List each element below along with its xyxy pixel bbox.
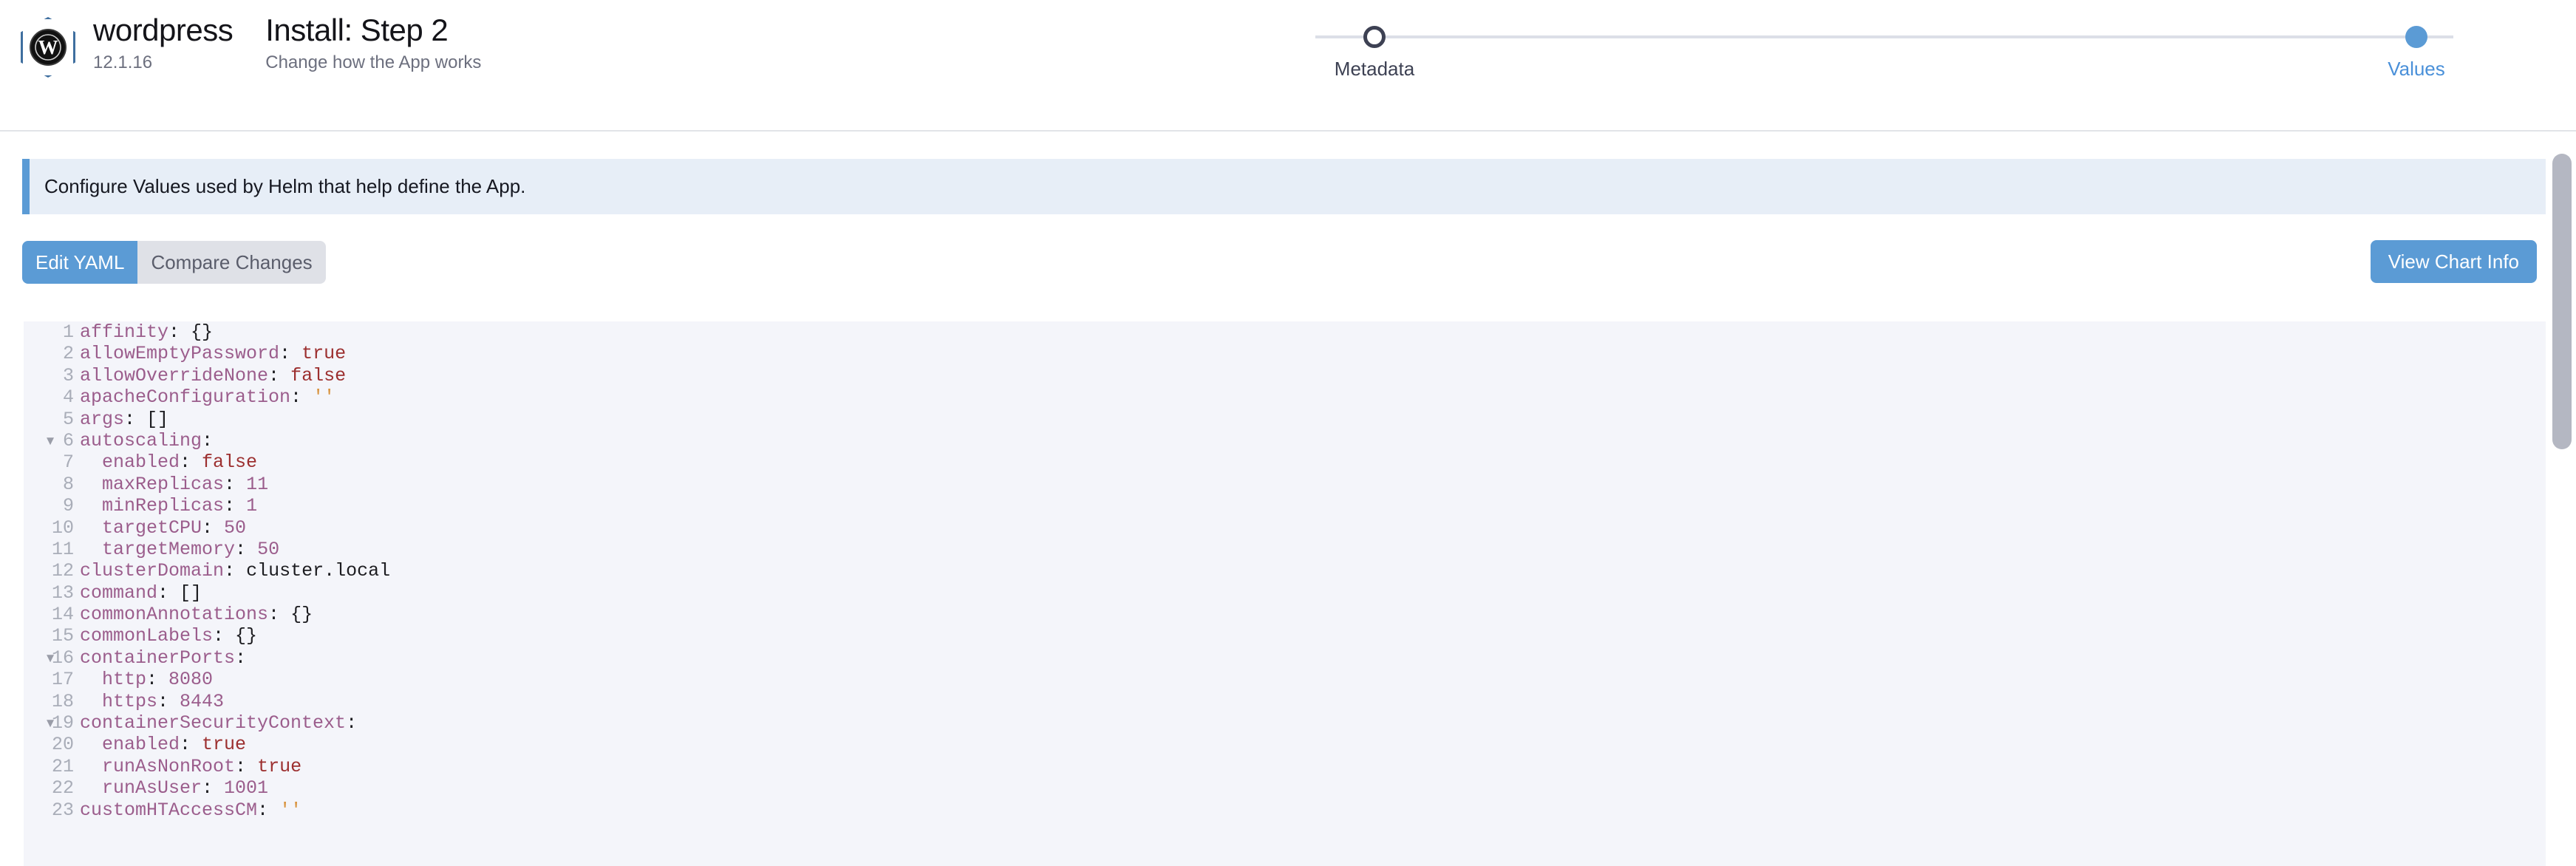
page-title: Install: Step 2 (265, 13, 449, 47)
stepper-step-values[interactable]: Values (2328, 7, 2505, 79)
vertical-scrollbar-thumb[interactable] (2552, 154, 2572, 449)
code-text: allowEmptyPassword: true (80, 343, 347, 365)
code-text: containerSecurityContext: (80, 712, 358, 734)
brand-block: W wordpress 12.1.16 Install: Step 2 Chan… (21, 13, 481, 78)
line-number: 10 (51, 516, 74, 539)
line-number: 13 (51, 582, 74, 604)
app-name: wordpress (93, 13, 234, 47)
code-text: apacheConfiguration: '' (80, 386, 335, 409)
line-number: 9 (62, 495, 74, 517)
code-text: enabled: false (80, 451, 258, 474)
code-line[interactable]: 5 args: [] (24, 409, 2546, 430)
code-text: minReplicas: 1 (80, 495, 258, 517)
code-line[interactable]: 22 runAsUser: 1001 (24, 777, 2546, 799)
code-line[interactable]: 17 http: 8080 (24, 669, 2546, 690)
code-line[interactable]: 12 clusterDomain: cluster.local (24, 560, 2546, 582)
line-number: 18 (51, 690, 74, 712)
code-line[interactable]: 11 targetMemory: 50 (24, 539, 2546, 560)
line-number: 12 (51, 560, 74, 582)
step-label-values: Values (2388, 58, 2445, 80)
step-heading-block: Install: Step 2 Change how the App works (265, 13, 481, 72)
page-header: W wordpress 12.1.16 Install: Step 2 Chan… (0, 0, 2576, 132)
line-number: 1 (62, 321, 74, 343)
code-text: targetCPU: 50 (80, 516, 247, 539)
code-text: customHTAccessCM: '' (80, 799, 302, 821)
page-subtitle: Change how the App works (265, 52, 482, 72)
code-text: enabled: true (80, 734, 247, 756)
line-number: 8 (62, 473, 74, 495)
code-text: runAsUser: 1001 (80, 777, 269, 799)
step-dot-values-icon[interactable] (2405, 26, 2427, 48)
code-line[interactable]: 15 commonLabels: {} (24, 625, 2546, 647)
line-number: 4 (62, 386, 74, 409)
code-text: command: [] (80, 582, 202, 604)
code-text: args: [] (80, 408, 169, 430)
code-line[interactable]: 14 commonAnnotations: {} (24, 604, 2546, 625)
step-dot-metadata-icon[interactable] (1363, 26, 1386, 48)
code-text: allowOverrideNone: false (80, 364, 347, 386)
code-text: targetMemory: 50 (80, 538, 280, 560)
svg-text:W: W (38, 36, 58, 58)
yaml-code-body[interactable]: 1 affinity: {} 2 allowEmptyPassword: true 3 a… (24, 321, 2546, 821)
code-line[interactable]: 18 https: 8443 (24, 691, 2546, 712)
line-number: 7 (62, 451, 74, 474)
line-number: 16 (51, 647, 74, 669)
code-line[interactable]: 23 customHTAccessCM: '' (24, 799, 2546, 821)
yaml-editor[interactable]: 1 affinity: {} 2 allowEmptyPassword: true 3 a… (24, 321, 2546, 866)
view-chart-info-button[interactable]: View Chart Info (2370, 240, 2537, 283)
step-label-metadata: Metadata (1334, 58, 1415, 80)
page-content: Configure Values used by Helm that help … (0, 132, 2576, 866)
code-line[interactable]: 8 maxReplicas: 11 (24, 474, 2546, 495)
code-line[interactable]: 20 enabled: true (24, 734, 2546, 755)
code-line[interactable]: 2 allowEmptyPassword: true (24, 343, 2546, 364)
stepper-step-metadata[interactable]: Metadata (1286, 7, 1463, 79)
code-text: http: 8080 (80, 669, 214, 691)
code-line[interactable]: 7 enabled: false (24, 451, 2546, 473)
line-number: 23 (51, 799, 74, 821)
line-number: 11 (51, 538, 74, 560)
code-line[interactable]: 3 allowOverrideNone: false (24, 365, 2546, 386)
tab-compare-changes[interactable]: Compare Changes (137, 241, 326, 284)
code-text: affinity: {} (80, 321, 214, 343)
line-number: 22 (51, 777, 74, 799)
code-text: commonAnnotations: {} (80, 604, 313, 626)
code-line[interactable]: 10 targetCPU: 50 (24, 517, 2546, 539)
app-identity: wordpress 12.1.16 (93, 13, 234, 72)
code-text: clusterDomain: cluster.local (80, 560, 391, 582)
line-number: 5 (62, 408, 74, 430)
line-number: 6 (62, 429, 74, 451)
editor-tab-group: Edit YAML Compare Changes (22, 241, 326, 284)
info-banner-text: Configure Values used by Helm that help … (44, 175, 526, 197)
code-line[interactable]: 9 minReplicas: 1 (24, 495, 2546, 516)
line-number: 20 (51, 734, 74, 756)
wordpress-logo-icon: W (21, 17, 75, 78)
code-text: runAsNonRoot: true (80, 755, 302, 777)
code-line[interactable]: ▼ 16 containerPorts: (24, 647, 2546, 669)
editor-toolbar: Edit YAML Compare Changes View Chart Inf… (22, 240, 2546, 287)
code-text: maxReplicas: 11 (80, 473, 269, 495)
code-line[interactable]: 1 affinity: {} (24, 321, 2546, 343)
code-text: autoscaling: (80, 429, 214, 451)
line-number: 14 (51, 604, 74, 626)
stepper-track (1315, 35, 2453, 38)
code-text: https: 8443 (80, 690, 225, 712)
line-number: 3 (62, 364, 74, 386)
code-line[interactable]: ▼ 6 autoscaling: (24, 430, 2546, 451)
code-text: containerPorts: (80, 647, 247, 669)
line-number: 17 (51, 669, 74, 691)
line-number: 21 (51, 755, 74, 777)
tab-edit-yaml[interactable]: Edit YAML (22, 241, 138, 284)
code-line[interactable]: 13 command: [] (24, 582, 2546, 604)
code-line[interactable]: 21 runAsNonRoot: true (24, 756, 2546, 777)
line-number: 15 (51, 625, 74, 647)
code-line[interactable]: ▼ 19 containerSecurityContext: (24, 712, 2546, 734)
line-number: 19 (51, 712, 74, 734)
install-stepper: Metadata Values (1256, 7, 2512, 89)
app-version: 12.1.16 (93, 52, 153, 72)
line-number: 2 (62, 343, 74, 365)
code-line[interactable]: 4 apacheConfiguration: '' (24, 386, 2546, 408)
info-banner: Configure Values used by Helm that help … (22, 159, 2546, 214)
code-text: commonLabels: {} (80, 625, 258, 647)
